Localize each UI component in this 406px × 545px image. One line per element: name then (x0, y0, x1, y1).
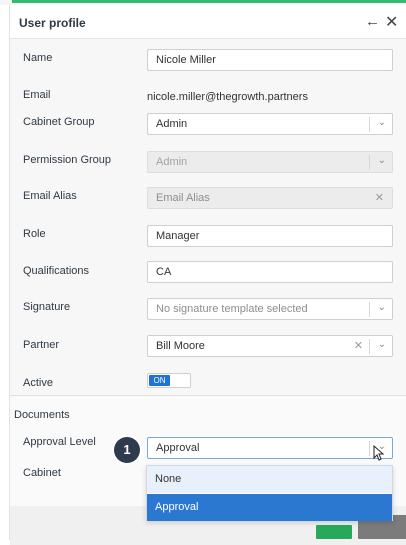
cabinet-group-value: Admin (156, 118, 188, 130)
section-divider (10, 395, 406, 396)
step-badge: 1 (114, 437, 140, 463)
partner-select[interactable]: Bill Moore ✕ ⌄ (147, 335, 393, 357)
active-label: Active (23, 377, 53, 389)
role-label: Role (23, 228, 46, 240)
documents-section-title: Documents (14, 409, 70, 421)
dropdown-option-none[interactable]: None (147, 466, 392, 493)
chevron-down-icon[interactable]: ⌄ (378, 339, 386, 350)
partner-value: Bill Moore (156, 340, 205, 352)
clear-icon[interactable]: ✕ (375, 191, 384, 204)
cabinet-label: Cabinet (23, 467, 61, 479)
approval-level-select[interactable]: Approval ⌄ (147, 437, 393, 459)
select-separator (369, 339, 370, 354)
permission-group-label: Permission Group (23, 154, 112, 166)
signature-label: Signature (23, 301, 71, 313)
approval-level-value: Approval (156, 442, 200, 454)
qualifications-input[interactable]: CA (147, 261, 393, 283)
role-value: Manager (156, 230, 200, 242)
name-value: Nicole Miller (156, 54, 216, 66)
chevron-down-icon[interactable]: ⌄ (378, 302, 386, 313)
back-arrow-icon[interactable]: ← (365, 13, 380, 30)
accent-line (12, 0, 406, 3)
email-alias-label: Email Alias (23, 190, 77, 202)
active-toggle[interactable]: ON (147, 373, 191, 388)
approval-level-dropdown: None Approval (146, 465, 393, 521)
page-title: User profile (19, 16, 86, 30)
close-icon[interactable]: ✕ (385, 12, 398, 32)
signature-select[interactable]: No signature template selected ⌄ (147, 298, 393, 320)
select-separator (369, 302, 370, 317)
panel-header: User profile ← ✕ (10, 5, 406, 39)
role-input[interactable]: Manager (147, 225, 393, 247)
email-label: Email (23, 89, 51, 101)
approval-level-label: Approval Level (23, 436, 96, 448)
select-separator (369, 117, 370, 132)
user-profile-panel: User profile ← ✕ Name Nicole Miller Emai… (9, 5, 406, 545)
partner-label: Partner (23, 339, 60, 351)
chevron-down-icon[interactable]: ⌄ (378, 117, 386, 128)
email-alias-placeholder: Email Alias (156, 192, 210, 204)
select-separator (369, 441, 370, 456)
email-value: nicole.miller@thegrowth.partners (147, 91, 308, 103)
mouse-cursor-icon (373, 445, 385, 461)
name-label: Name (23, 52, 53, 64)
name-input[interactable]: Nicole Miller (147, 49, 393, 71)
email-alias-input[interactable]: Email Alias ✕ (147, 187, 393, 209)
clear-icon[interactable]: ✕ (354, 339, 363, 352)
permission-group-value: Admin (156, 156, 188, 168)
qualifications-value: CA (156, 266, 172, 278)
cabinet-group-select[interactable]: Admin ⌄ (147, 113, 393, 135)
qualifications-label: Qualifications (23, 265, 90, 277)
dropdown-option-approval[interactable]: Approval (147, 494, 392, 521)
permission-group-select: Admin ⌄ (147, 151, 393, 173)
chevron-down-icon: ⌄ (377, 155, 386, 166)
select-separator (369, 155, 370, 170)
signature-value: No signature template selected (156, 303, 308, 315)
cabinet-group-label: Cabinet Group (23, 116, 95, 128)
toggle-on-state: ON (149, 375, 170, 386)
save-button[interactable] (316, 525, 352, 539)
